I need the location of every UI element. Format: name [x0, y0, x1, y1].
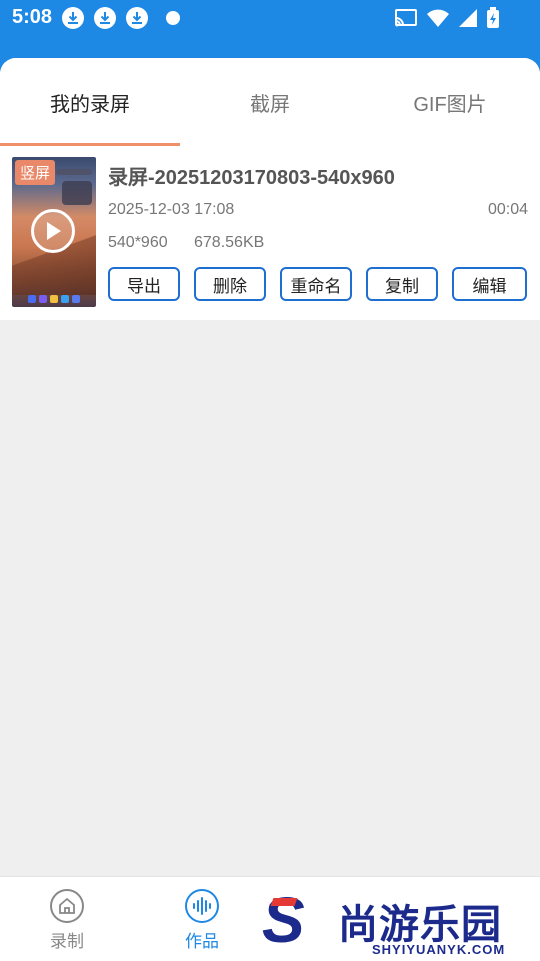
- tab-bar: 我的录屏 截屏 GIF图片: [0, 58, 540, 146]
- edit-button[interactable]: 编辑: [452, 267, 527, 301]
- signal-icon: [459, 9, 477, 27]
- notification-icons: [62, 7, 180, 29]
- recording-file-size: 678.56KB: [194, 234, 265, 251]
- audio-wave-icon: [185, 889, 219, 923]
- system-icons: [394, 7, 500, 29]
- video-thumbnail[interactable]: 竖屏: [12, 157, 96, 307]
- delete-button[interactable]: 删除: [194, 267, 266, 301]
- wifi-icon: [427, 9, 449, 27]
- recording-duration: 00:04: [487, 201, 528, 218]
- battery-charging-icon: [487, 7, 499, 28]
- recording-date: 2025-12-03 17:08: [108, 201, 235, 218]
- watermark-logo: S 尚游乐园 SHYIYUANYK.COM: [262, 886, 540, 960]
- status-bar: 5:08: [0, 0, 540, 36]
- download-icon: [62, 7, 84, 29]
- nav-works[interactable]: 作品: [162, 889, 242, 952]
- tab-screenshots[interactable]: 截屏: [180, 58, 360, 146]
- watermark-url: SHYIYUANYK.COM: [372, 942, 506, 957]
- download-icon: [94, 7, 116, 29]
- copy-button[interactable]: 复制: [366, 267, 438, 301]
- download-icon: [126, 7, 148, 29]
- orientation-badge: 竖屏: [15, 160, 56, 185]
- recording-actions: 导出 删除 重命名 复制 编辑: [108, 267, 527, 301]
- dot-icon: [166, 11, 180, 25]
- cast-icon: [395, 9, 417, 27]
- play-icon[interactable]: [31, 209, 75, 253]
- tab-gif[interactable]: GIF图片: [360, 58, 540, 146]
- export-button[interactable]: 导出: [108, 267, 180, 301]
- recording-resolution: 540*960: [108, 234, 168, 251]
- nav-works-label: 作品: [185, 932, 219, 951]
- home-icon: [50, 889, 84, 923]
- tab-my-recordings[interactable]: 我的录屏: [0, 58, 180, 146]
- nav-record-label: 录制: [50, 932, 84, 951]
- content-sheet: 我的录屏 截屏 GIF图片 竖屏 录屏-20251203170803-540x9…: [0, 58, 540, 876]
- status-time: 5:08: [12, 6, 53, 28]
- recording-title: 录屏-20251203170803-540x960: [108, 167, 395, 189]
- rename-button[interactable]: 重命名: [280, 267, 352, 301]
- nav-record[interactable]: 录制: [27, 889, 107, 952]
- recording-list-item[interactable]: 竖屏 录屏-20251203170803-540x960 2025-12-03 …: [0, 146, 540, 320]
